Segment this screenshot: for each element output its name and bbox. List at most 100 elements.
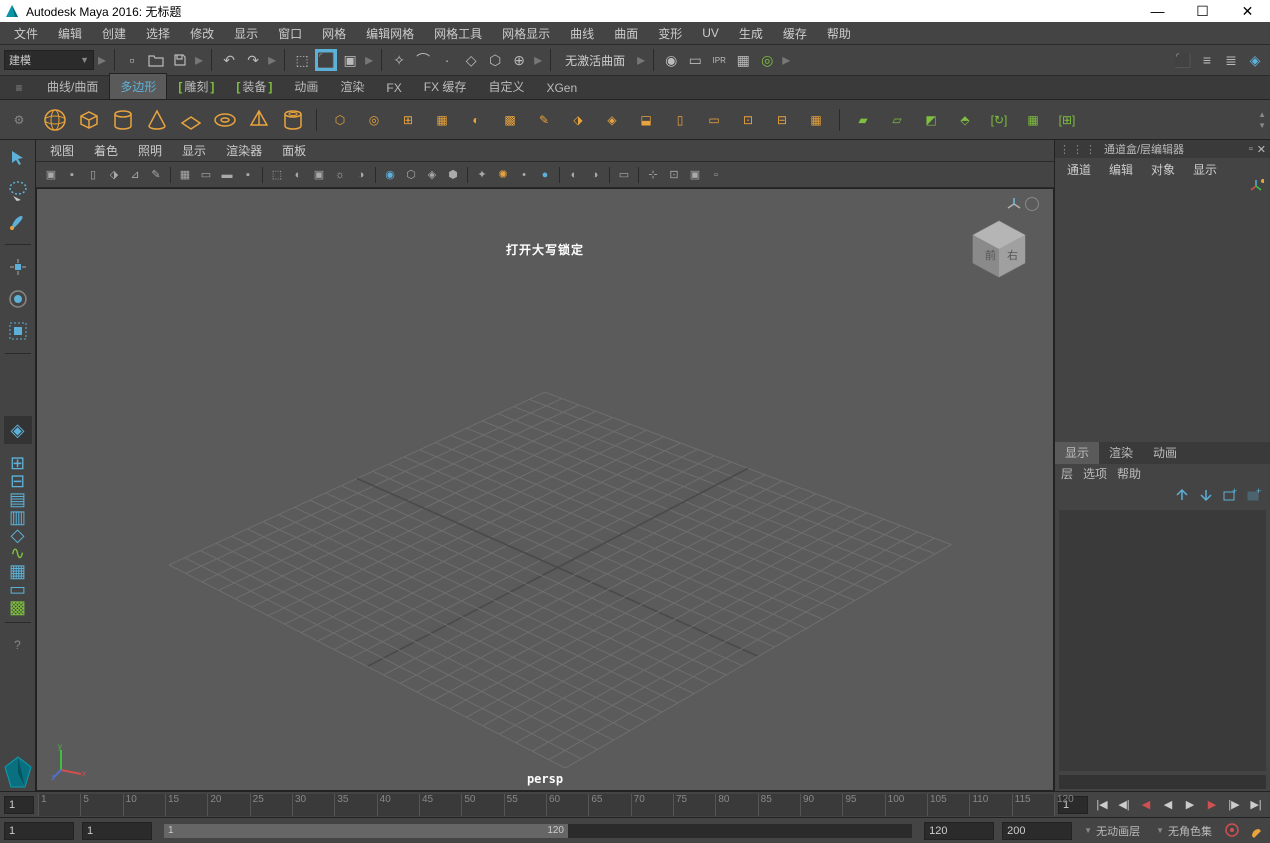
menu-帮助[interactable]: 帮助 bbox=[819, 23, 859, 44]
res-gate-icon[interactable]: ▬ bbox=[218, 166, 236, 184]
poly-sphere-icon[interactable] bbox=[40, 105, 70, 135]
poly-cone-icon[interactable] bbox=[142, 105, 172, 135]
menu-修改[interactable]: 修改 bbox=[182, 23, 222, 44]
isolate-icon[interactable]: ◉ bbox=[381, 166, 399, 184]
current-frame-box[interactable]: 1 bbox=[4, 796, 34, 814]
combine-icon[interactable]: ◎ bbox=[359, 105, 389, 135]
shadows-icon[interactable]: ◑ bbox=[352, 166, 370, 184]
menu-编辑[interactable]: 编辑 bbox=[50, 23, 90, 44]
axis-display-icon[interactable] bbox=[1248, 178, 1264, 194]
layout-three-icon[interactable]: ▥ bbox=[11, 510, 25, 524]
xray-joints-icon[interactable]: ◈ bbox=[423, 166, 441, 184]
snap-live-icon[interactable]: ⬡ bbox=[484, 49, 506, 71]
play-forward-icon[interactable]: ▶ bbox=[1180, 796, 1200, 814]
prefs-icon[interactable] bbox=[1248, 822, 1266, 840]
menu-文件[interactable]: 文件 bbox=[6, 23, 46, 44]
menu-缓存[interactable]: 缓存 bbox=[775, 23, 815, 44]
panel-header[interactable]: ⋮⋮⋮ 通道盒/层编辑器 ▫ ✕ bbox=[1055, 140, 1270, 158]
collapse-arrow-icon[interactable]: ▸ bbox=[782, 50, 790, 70]
gamma-icon[interactable]: ◑ bbox=[586, 166, 604, 184]
layer-tab-显示[interactable]: 显示 bbox=[1055, 441, 1099, 464]
home-icon[interactable] bbox=[1025, 197, 1039, 211]
layout-stack-icon[interactable]: ▤ bbox=[11, 492, 25, 506]
layer-new-sel-icon[interactable]: + bbox=[1246, 488, 1264, 504]
separate-icon[interactable]: ⊞ bbox=[393, 105, 423, 135]
uvsnap2-icon[interactable]: ▦ bbox=[1018, 105, 1048, 135]
edge-loop-icon[interactable]: ▭ bbox=[699, 105, 729, 135]
bevel-icon[interactable]: ◈ bbox=[597, 105, 627, 135]
menu-显示[interactable]: 显示 bbox=[226, 23, 266, 44]
toggle-tool-icon[interactable]: ≣ bbox=[1220, 49, 1242, 71]
collapse-arrow-icon[interactable]: ▸ bbox=[195, 50, 203, 70]
help-icon[interactable]: ? bbox=[4, 631, 32, 659]
shelf-tab-自定义[interactable]: 自定义 bbox=[477, 73, 535, 99]
viewport-menu-渲染器[interactable]: 渲染器 bbox=[218, 140, 270, 161]
uvsnap-icon[interactable]: [↻] bbox=[984, 105, 1014, 135]
collapse-arrow-icon[interactable]: ▸ bbox=[637, 50, 645, 70]
layer-tab-渲染[interactable]: 渲染 bbox=[1099, 441, 1143, 464]
layer-move-up-icon[interactable] bbox=[1174, 488, 1192, 504]
extrude-icon[interactable]: ⬗ bbox=[563, 105, 593, 135]
shelf-tab-渲染[interactable]: 渲染 bbox=[329, 73, 375, 99]
render-settings-icon[interactable]: ▦ bbox=[732, 49, 754, 71]
boolean-icon[interactable]: ◐ bbox=[461, 105, 491, 135]
layer-menu-选项[interactable]: 选项 bbox=[1083, 465, 1107, 482]
ssao-icon[interactable]: ● bbox=[536, 166, 554, 184]
axis-icon[interactable] bbox=[1007, 197, 1021, 211]
menu-选择[interactable]: 选择 bbox=[138, 23, 178, 44]
play-back-icon[interactable]: ◀ bbox=[1158, 796, 1178, 814]
channel-menu-显示[interactable]: 显示 bbox=[1187, 159, 1223, 180]
exposure-icon[interactable]: ◐ bbox=[565, 166, 583, 184]
shelf-tab-动画[interactable]: 动画 bbox=[283, 73, 329, 99]
xray-icon[interactable]: ⬡ bbox=[402, 166, 420, 184]
shelf-tab-多边形[interactable]: 多边形 bbox=[109, 73, 167, 99]
dope-icon[interactable]: ▦ bbox=[11, 564, 25, 578]
merge-icon[interactable]: ⊡ bbox=[733, 105, 763, 135]
range-start-field[interactable]: 1 bbox=[4, 822, 74, 840]
select-hierarchy-icon[interactable]: ⬚ bbox=[291, 49, 313, 71]
ipr-icon[interactable]: IPR bbox=[708, 49, 730, 71]
viewport-menu-视图[interactable]: 视图 bbox=[42, 140, 82, 161]
save-file-icon[interactable] bbox=[169, 49, 191, 71]
shelf-tab-装备[interactable]: 装备 bbox=[225, 73, 283, 99]
viewport-menu-面板[interactable]: 面板 bbox=[274, 140, 314, 161]
maximize-button[interactable]: ☐ bbox=[1180, 0, 1225, 22]
shelf-tab-雕刻[interactable]: 雕刻 bbox=[167, 73, 225, 99]
layout-single-icon[interactable]: ◈ bbox=[4, 416, 32, 444]
snap-curve-icon[interactable]: ⌒ bbox=[412, 49, 434, 71]
vp-extra3-icon[interactable]: ▣ bbox=[686, 166, 704, 184]
anim-layer-dropdown[interactable]: ▼无动画层 bbox=[1080, 822, 1144, 840]
snap-plane-icon[interactable]: ◇ bbox=[460, 49, 482, 71]
rotate-tool-icon[interactable] bbox=[4, 285, 32, 313]
vp-extra4-icon[interactable]: ▫ bbox=[707, 166, 725, 184]
panel-close-icon[interactable]: ✕ bbox=[1257, 143, 1266, 156]
gate-mask-icon[interactable]: ▪ bbox=[239, 166, 257, 184]
select-component-icon[interactable]: ▣ bbox=[339, 49, 361, 71]
move-tool-icon[interactable] bbox=[4, 253, 32, 281]
step-fwd-icon[interactable]: ▶ bbox=[1202, 796, 1222, 814]
shaded-icon[interactable]: ◐ bbox=[289, 166, 307, 184]
viewport-menu-着色[interactable]: 着色 bbox=[86, 140, 126, 161]
menu-UV[interactable]: UV bbox=[694, 24, 727, 42]
poly-plane-icon[interactable] bbox=[176, 105, 206, 135]
open-file-icon[interactable] bbox=[145, 49, 167, 71]
menu-变形[interactable]: 变形 bbox=[650, 23, 690, 44]
shelf-settings-icon[interactable]: ⚙ bbox=[6, 107, 32, 133]
layer-scrollbar[interactable] bbox=[1059, 775, 1266, 789]
layer-new-empty-icon[interactable]: + bbox=[1222, 488, 1240, 504]
shelf-tab-FX 缓存[interactable]: FX 缓存 bbox=[413, 73, 478, 99]
camera-lock-icon[interactable]: ▪ bbox=[63, 166, 81, 184]
poly-cylinder-icon[interactable] bbox=[108, 105, 138, 135]
camera-select-icon[interactable]: ▣ bbox=[42, 166, 60, 184]
select-tool-icon[interactable] bbox=[4, 144, 32, 172]
anti-alias-icon[interactable]: ✺ bbox=[494, 166, 512, 184]
motion-blur-icon[interactable]: ✦ bbox=[473, 166, 491, 184]
crease-icon[interactable]: ▦ bbox=[801, 105, 831, 135]
viewport-menu-照明[interactable]: 照明 bbox=[130, 140, 170, 161]
snap-point-icon[interactable]: · bbox=[436, 49, 458, 71]
menu-网格[interactable]: 网格 bbox=[314, 23, 354, 44]
auto-key-icon[interactable] bbox=[1224, 822, 1242, 840]
vp-pane-icon[interactable]: ▭ bbox=[615, 166, 633, 184]
bookmark-icon[interactable]: ▯ bbox=[84, 166, 102, 184]
shelf-tab-FX[interactable]: FX bbox=[375, 76, 412, 99]
